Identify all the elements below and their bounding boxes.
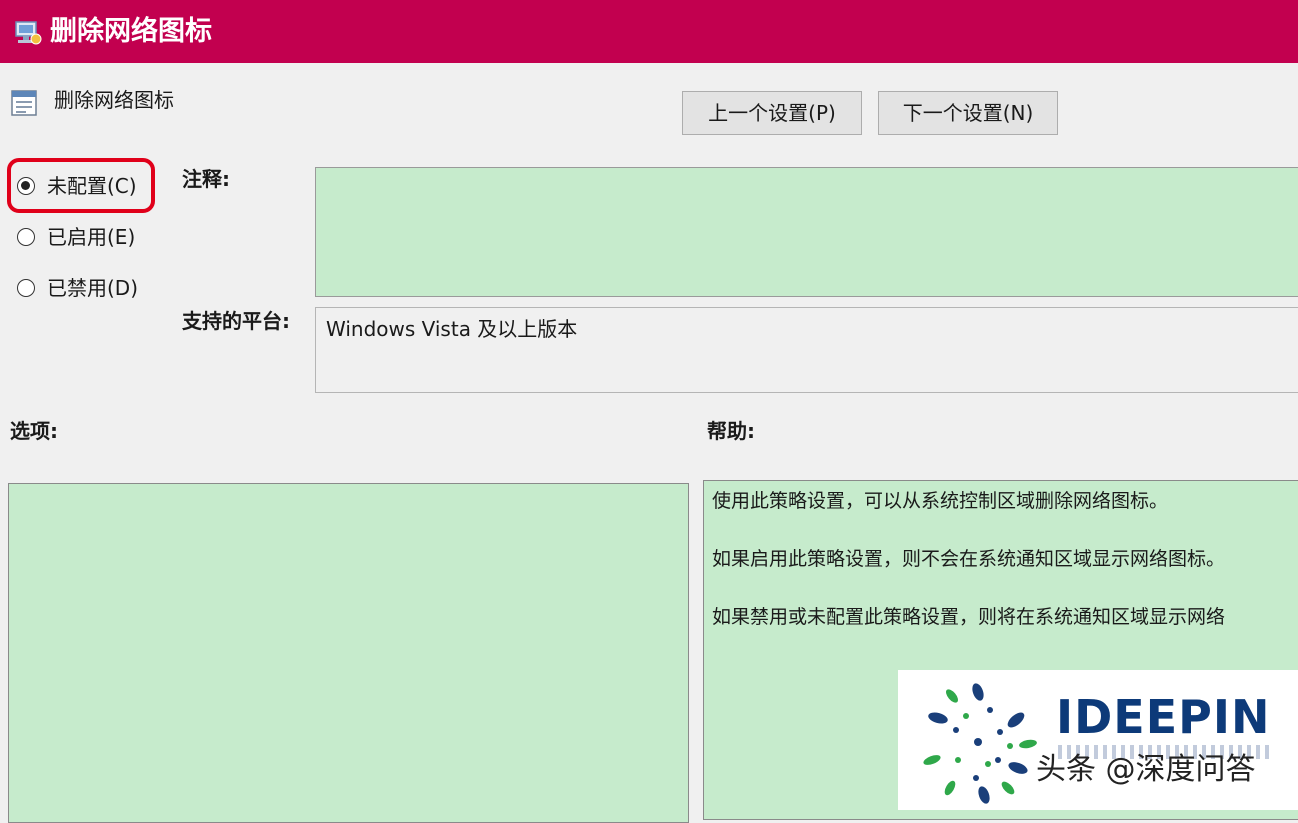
- title-bar: 删除网络图标: [0, 0, 1298, 63]
- watermark: IDEEPIN 头条 @深度问答: [898, 670, 1298, 810]
- platform-field: Windows Vista 及以上版本: [315, 307, 1298, 393]
- network-policy-icon: [15, 21, 42, 45]
- options-label: 选项:: [10, 419, 58, 443]
- radio-not-configured-label: 未配置(C): [47, 174, 137, 198]
- policy-setting-icon: [11, 90, 37, 116]
- options-pane[interactable]: [8, 483, 689, 823]
- comment-label: 注释:: [182, 167, 230, 191]
- help-line: 如果启用此策略设置，则不会在系统通知区域显示网络图标。: [712, 548, 1226, 570]
- watermark-brand: IDEEPIN: [1056, 690, 1271, 744]
- policy-name: 删除网络图标: [54, 88, 174, 112]
- watermark-source: 头条 @深度问答: [1036, 752, 1256, 787]
- previous-setting-button[interactable]: 上一个设置(P): [682, 91, 862, 135]
- radio-enabled-label: 已启用(E): [47, 225, 136, 249]
- help-line: 如果禁用或未配置此策略设置，则将在系统通知区域显示网络: [712, 606, 1226, 628]
- radio-unchecked-icon[interactable]: [17, 279, 35, 297]
- platform-label: 支持的平台:: [182, 309, 290, 333]
- radio-not-configured[interactable]: 未配置(C): [17, 170, 137, 202]
- radio-checked-icon[interactable]: [17, 177, 35, 195]
- radio-unchecked-icon[interactable]: [17, 228, 35, 246]
- help-label: 帮助:: [707, 419, 755, 443]
- comment-textarea[interactable]: [315, 167, 1298, 297]
- window-title: 删除网络图标: [50, 16, 212, 47]
- next-setting-button[interactable]: 下一个设置(N): [878, 91, 1058, 135]
- radio-enabled[interactable]: 已启用(E): [17, 221, 135, 253]
- radio-disabled-label: 已禁用(D): [47, 276, 139, 300]
- radio-disabled[interactable]: 已禁用(D): [17, 272, 138, 304]
- help-line: 使用此策略设置，可以从系统控制区域删除网络图标。: [712, 490, 1169, 512]
- ideepin-logo-icon: [923, 683, 1037, 804]
